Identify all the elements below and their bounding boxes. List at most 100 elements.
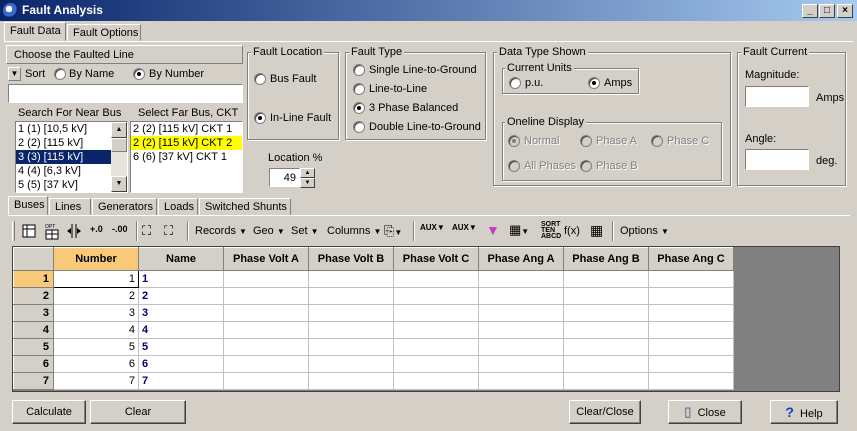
column-header[interactable]: Name [138,247,224,271]
row-number[interactable]: 5 [13,338,54,356]
decrease-decimals-icon[interactable]: -.00 [112,224,128,234]
name-cell[interactable]: 6 [138,355,224,373]
data-cell[interactable] [308,270,394,288]
data-cell[interactable] [478,321,564,339]
copy-paste-icon[interactable]: ⎘▼ [384,223,402,239]
data-cell[interactable] [648,287,734,305]
sort-by-number-radio[interactable] [133,68,145,80]
fx-button[interactable]: f(x) [564,225,580,237]
all-phases-radio[interactable] [508,160,520,172]
number-cell[interactable]: 2 [53,287,139,305]
data-cell[interactable] [223,270,309,288]
normal-radio[interactable] [508,135,520,147]
column-width-icon[interactable] [66,223,82,239]
data-cell[interactable] [393,270,479,288]
grid-format-icon[interactable] [22,224,36,238]
options-menu[interactable]: Options ▼ [620,225,669,237]
scroll-thumb[interactable] [111,138,127,152]
tab-generators[interactable]: Generators [92,198,157,215]
list-item[interactable]: 6 (6) [37 kV] CKT 1 [131,150,242,164]
row-number[interactable]: 3 [13,304,54,322]
close-button[interactable]: ▯ Close [668,400,742,424]
data-cell[interactable] [393,372,479,390]
data-cell[interactable] [308,321,394,339]
sort-by-name-radio[interactable] [54,68,66,80]
name-cell[interactable]: 3 [138,304,224,322]
scroll-down-arrow-icon[interactable]: ▼ [111,176,127,192]
scroll-up-arrow-icon[interactable]: ▲ [111,122,127,138]
data-cell[interactable] [478,338,564,356]
calculate-button[interactable]: Calculate [12,400,86,424]
table-row[interactable]: 444 [13,321,734,339]
sort-dropdown-button[interactable]: ▼ [8,67,21,81]
tab-switched-shunts[interactable]: Switched Shunts [199,198,291,215]
data-cell[interactable] [648,372,734,390]
table-row[interactable]: 555 [13,338,734,356]
find-binoculars-icon[interactable]: ⛶ [142,223,151,239]
bus-data-grid[interactable]: Number Name Phase Volt A Phase Volt B Ph… [12,246,840,392]
geo-menu[interactable]: Geo ▼ [253,225,285,237]
close-window-button[interactable]: × [837,4,853,18]
data-cell[interactable] [648,304,734,322]
help-button[interactable]: ? Help [770,400,838,424]
data-cell[interactable] [308,287,394,305]
data-cell[interactable] [308,338,394,356]
data-cell[interactable] [648,321,734,339]
row-number[interactable]: 6 [13,355,54,373]
records-menu[interactable]: Records ▼ [195,225,247,237]
table-row[interactable]: 333 [13,304,734,322]
data-cell[interactable] [478,372,564,390]
data-cell[interactable] [648,355,734,373]
filter-funnel-icon[interactable]: ▼ [486,222,500,238]
angle-field[interactable] [745,149,809,170]
amps-radio[interactable] [588,77,600,89]
table-row[interactable]: 666 [13,355,734,373]
bus-search-input[interactable] [8,84,243,103]
number-cell[interactable]: 7 [53,372,139,390]
line-to-line-radio[interactable] [353,83,365,95]
name-cell[interactable]: 4 [138,321,224,339]
column-header[interactable]: Phase Ang B [563,247,649,271]
table-row[interactable]: 111 [13,270,734,288]
columns-menu[interactable]: Columns ▼ [327,225,381,237]
bus-fault-radio[interactable] [254,73,266,85]
table-row[interactable]: 222 [13,287,734,305]
data-cell[interactable] [393,287,479,305]
sort-ten-abcd-icon[interactable]: SORT TEN ABCD [541,221,561,240]
data-cell[interactable] [223,355,309,373]
minimize-button[interactable]: _ [802,4,818,18]
three-phase-balanced-radio[interactable] [353,102,365,114]
list-item[interactable]: 2 (2) [115 kV] CKT 1 [131,122,242,136]
name-cell[interactable]: 1 [138,270,224,288]
number-cell[interactable]: 6 [53,355,139,373]
phase-c-radio[interactable] [651,135,663,147]
table-options-icon[interactable]: ▦▼ [509,222,529,238]
data-cell[interactable] [478,270,564,288]
find-abcd-icon[interactable]: ⛶ [164,223,173,239]
pu-radio[interactable] [509,77,521,89]
tab-loads[interactable]: Loads [158,198,198,215]
phase-a-radio[interactable] [580,135,592,147]
magnitude-field[interactable] [745,86,809,107]
maximize-button[interactable]: □ [819,4,835,18]
increase-decimals-icon[interactable]: +.0 [90,224,103,234]
table-row[interactable]: 777 [13,372,734,390]
data-cell[interactable] [478,304,564,322]
column-header[interactable]: Phase Volt B [308,247,394,271]
data-cell[interactable] [563,372,649,390]
number-cell[interactable]: 5 [53,338,139,356]
clear-button[interactable]: Clear [90,400,186,424]
data-cell[interactable] [308,372,394,390]
column-header[interactable]: Phase Ang C [648,247,734,271]
column-header[interactable]: Number [53,247,139,271]
location-percent-input[interactable]: 49 [269,168,300,187]
tab-lines[interactable]: Lines [49,198,91,215]
data-cell[interactable] [223,287,309,305]
data-cell[interactable] [563,287,649,305]
set-menu[interactable]: Set ▼ [291,225,319,237]
data-cell[interactable] [393,321,479,339]
number-cell[interactable]: 1 [53,270,139,288]
tab-fault-data[interactable]: Fault Data [4,22,66,41]
data-cell[interactable] [393,355,479,373]
clear-close-button[interactable]: Clear/Close [569,400,641,424]
